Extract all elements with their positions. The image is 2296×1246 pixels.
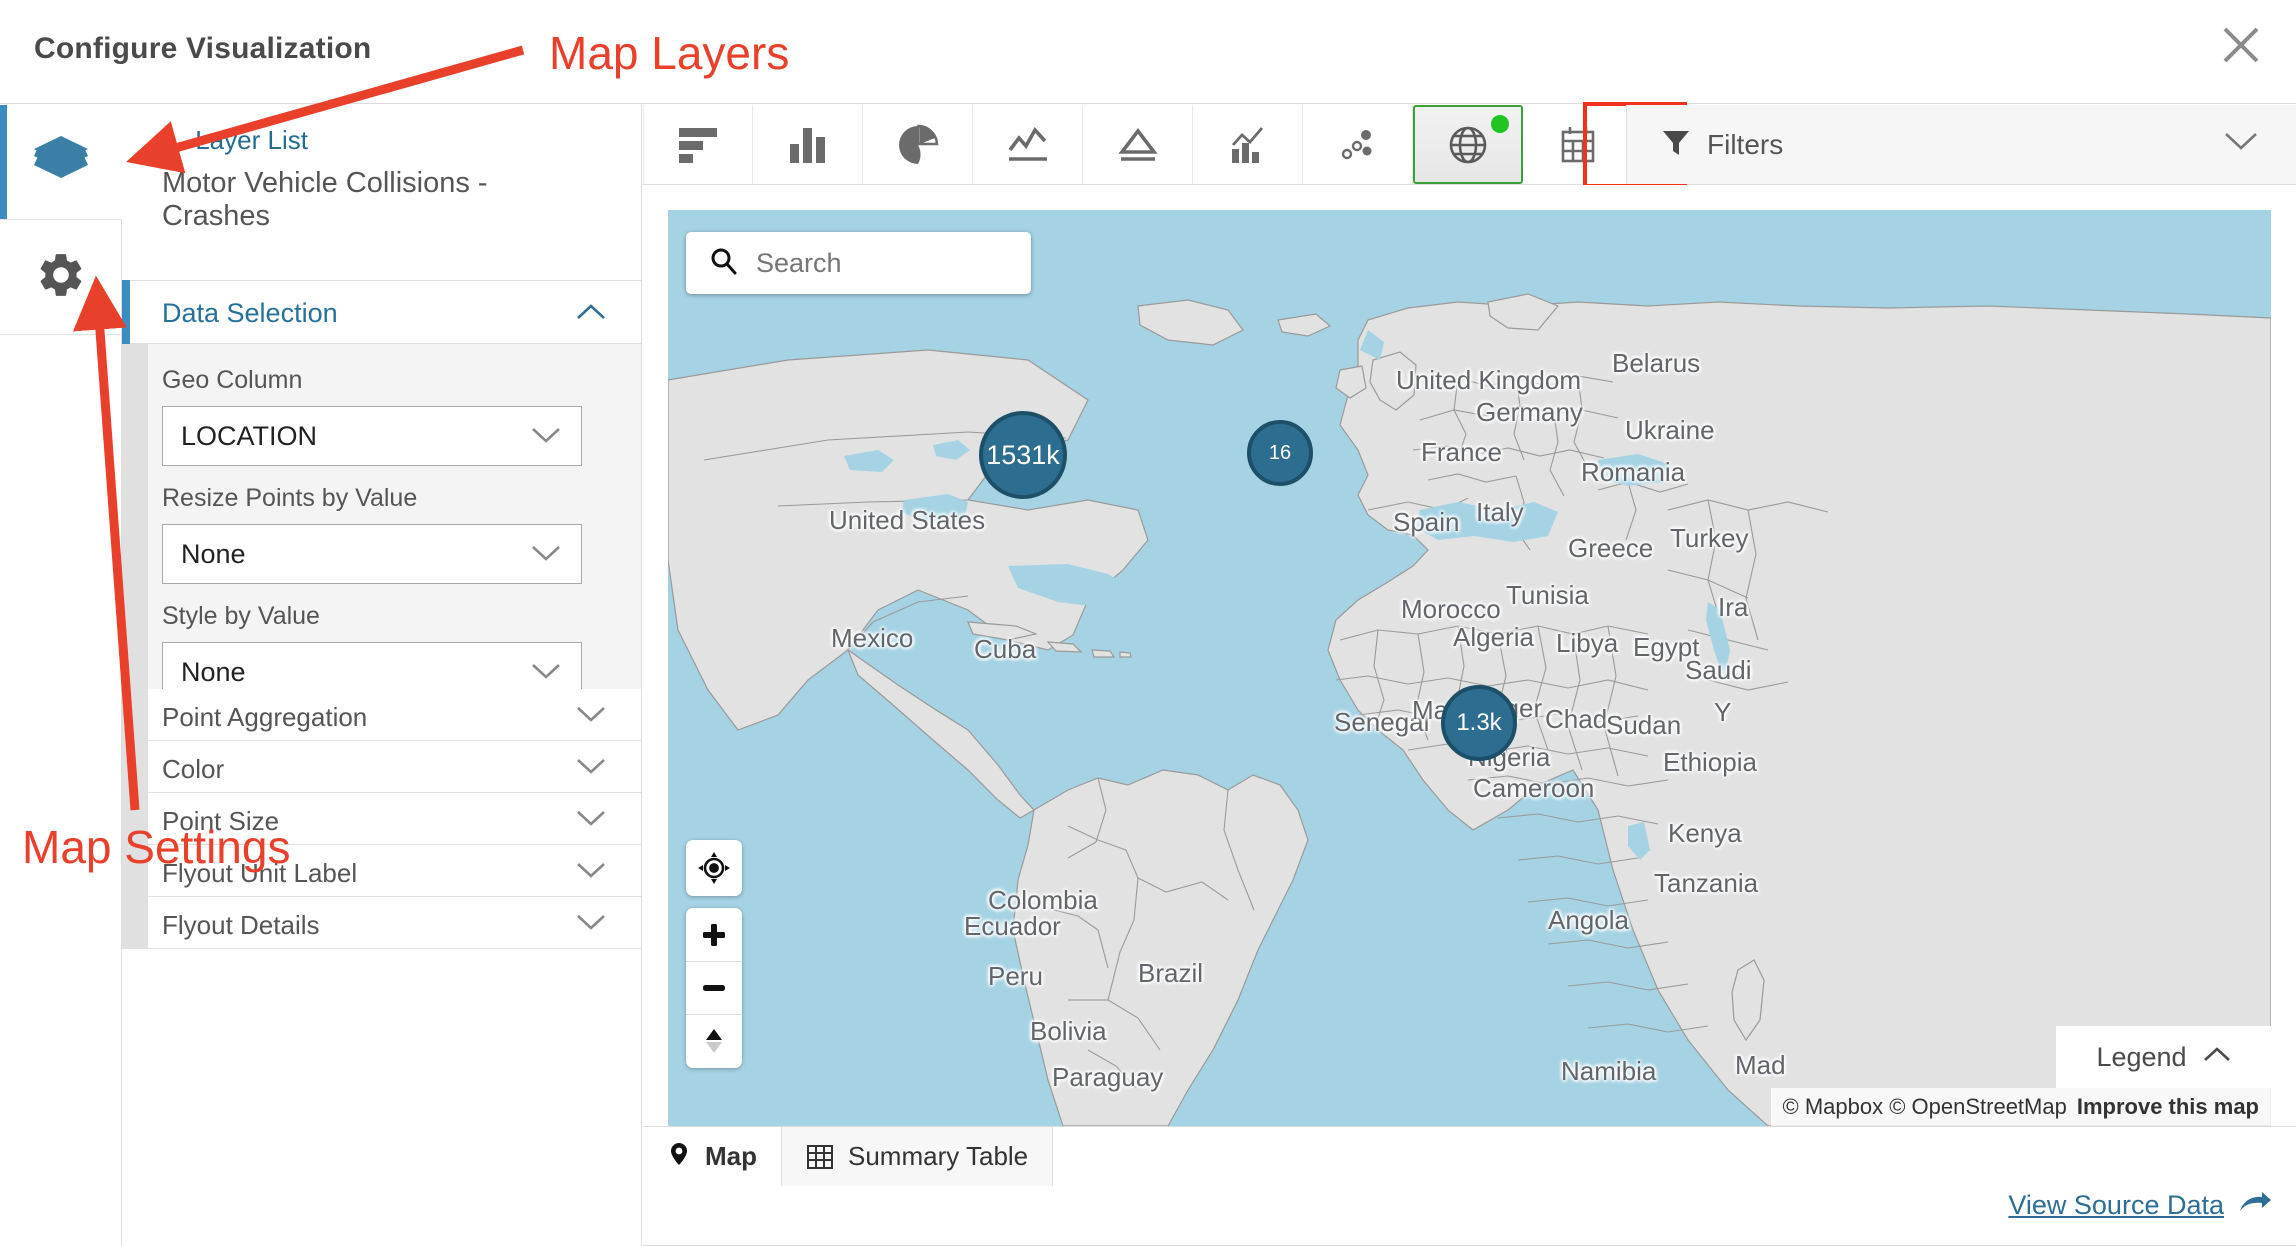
sidebar-item-map-settings[interactable]: [0, 220, 122, 335]
table-icon: [806, 1143, 834, 1171]
close-icon[interactable]: [2210, 14, 2272, 76]
chevron-down-icon: [531, 544, 561, 567]
basemap-geography: [668, 210, 2271, 1126]
chevron-up-icon: [2203, 1046, 2231, 1068]
attribution-copyright: © Mapbox © OpenStreetMap: [1782, 1094, 2067, 1119]
layers-icon: [32, 134, 90, 191]
section-label: Data Selection: [162, 298, 338, 328]
geo-column-select[interactable]: LOCATION: [162, 406, 582, 466]
chevron-down-icon: [531, 662, 561, 685]
map-cluster-marker[interactable]: 1.3k: [1441, 685, 1517, 761]
back-to-layer-list-link[interactable]: ← Layer List: [162, 125, 308, 156]
tab-label: Summary Table: [848, 1141, 1029, 1171]
gear-icon: [35, 249, 87, 306]
search-input[interactable]: [756, 247, 986, 279]
minus-icon[interactable]: [686, 961, 742, 1014]
legend-toggle[interactable]: Legend: [2056, 1026, 2271, 1088]
tab-map[interactable]: Map: [643, 1127, 782, 1186]
compass-icon[interactable]: [686, 1014, 742, 1067]
layer-config-panel: ← Layer List Motor Vehicle Collisions - …: [122, 105, 642, 1246]
chevron-down-icon: [576, 705, 606, 728]
improve-map-link[interactable]: Improve this map: [2077, 1094, 2259, 1120]
tab-label: Map: [705, 1141, 757, 1171]
line-chart-icon[interactable]: [973, 105, 1083, 184]
field-style-by-value: Style by Value None: [162, 602, 582, 702]
accordion-label: Flyout Details: [162, 910, 320, 940]
area-chart-icon[interactable]: [1083, 105, 1193, 184]
field-resize-points-by-value: Resize Points by Value None: [162, 484, 582, 584]
icon-rail: [0, 105, 122, 1246]
layer-title: Motor Vehicle Collisions - Crashes: [162, 167, 488, 233]
accordion-point-aggregation[interactable]: Point Aggregation: [122, 689, 641, 741]
geo-column-value: LOCATION: [181, 420, 318, 451]
field-label: Style by Value: [162, 602, 320, 630]
chevron-down-icon: [576, 861, 606, 884]
map-zoom-controls: [686, 908, 742, 1068]
filters-label: Filters: [1707, 128, 1784, 160]
view-tab-bar: Map Summary Table: [643, 1126, 2296, 1186]
map-globe-icon[interactable]: [1413, 105, 1523, 184]
active-status-dot: [1491, 115, 1509, 133]
map-cluster-marker[interactable]: 1531k: [979, 411, 1067, 499]
share-arrow-icon: [2238, 1191, 2272, 1220]
field-geo-column: Geo Column LOCATION: [162, 366, 582, 466]
field-label: Geo Column: [162, 366, 303, 394]
accordion-label: Point Aggregation: [162, 702, 368, 732]
map-container: United States Mexico Cuba Colombia Ecuador Pe…: [643, 185, 2296, 1126]
chart-type-toolbar: Filters: [643, 102, 2296, 188]
map-attribution: © Mapbox © OpenStreetMap Improve this ma…: [1770, 1088, 2271, 1126]
data-selection-body: Geo Column LOCATION Resize Points by Val…: [122, 344, 641, 702]
map-pin-icon: [667, 1142, 691, 1172]
chevron-up-icon: [576, 303, 606, 326]
style-by-value-value: None: [181, 656, 246, 687]
plus-icon[interactable]: [686, 908, 742, 961]
filter-funnel-icon: [1661, 127, 1691, 162]
combo-chart-icon[interactable]: [1193, 105, 1303, 184]
chevron-down-icon: [576, 809, 606, 832]
map-cluster-marker[interactable]: 16: [1247, 420, 1313, 486]
chevron-down-icon: [531, 426, 561, 449]
sidebar-item-map-layers[interactable]: [0, 105, 122, 220]
scatter-chart-icon[interactable]: [1303, 105, 1413, 184]
chevron-down-icon: [576, 913, 606, 936]
filters-dropdown[interactable]: Filters: [1626, 105, 2296, 184]
locate-icon[interactable]: [686, 840, 742, 896]
accordion-flyout-unit-label[interactable]: Flyout Unit Label: [122, 845, 641, 897]
accordion-label: Point Size: [162, 806, 280, 836]
calendar-icon[interactable]: [1523, 105, 1633, 184]
accordion-color[interactable]: Color: [122, 741, 641, 793]
page-title: Configure Visualization: [34, 32, 372, 65]
tab-summary-table[interactable]: Summary Table: [782, 1127, 1054, 1186]
search-icon: [708, 246, 738, 281]
view-source-data-link[interactable]: View Source Data: [2008, 1190, 2272, 1221]
section-data-selection[interactable]: Data Selection: [122, 280, 641, 344]
resize-points-select[interactable]: None: [162, 524, 582, 584]
map-canvas[interactable]: United States Mexico Cuba Colombia Ecuador Pe…: [668, 210, 2271, 1126]
dialog-titlebar: Configure Visualization: [0, 0, 2296, 104]
resize-points-value: None: [181, 538, 246, 569]
accordion-flyout-details[interactable]: Flyout Details: [122, 897, 641, 949]
view-source-data-label: View Source Data: [2008, 1190, 2224, 1220]
configure-visualization-dialog: Configure Visualization ← Layer List Mot…: [0, 0, 2296, 1246]
legend-label: Legend: [2096, 1041, 2187, 1072]
bar-chart-horizontal-icon[interactable]: [643, 105, 753, 184]
visualization-main: Filters United States Mexico Cuba Colomb…: [643, 102, 2296, 1246]
accordion-label: Flyout Unit Label: [162, 858, 358, 888]
map-search-box[interactable]: [686, 232, 1031, 294]
field-label: Resize Points by Value: [162, 484, 418, 512]
pie-chart-icon[interactable]: [863, 105, 973, 184]
accordion-point-size[interactable]: Point Size: [122, 793, 641, 845]
column-chart-icon[interactable]: [753, 105, 863, 184]
accordion-label: Color: [162, 754, 225, 784]
chevron-down-icon: [2224, 131, 2258, 156]
chevron-down-icon: [576, 757, 606, 780]
